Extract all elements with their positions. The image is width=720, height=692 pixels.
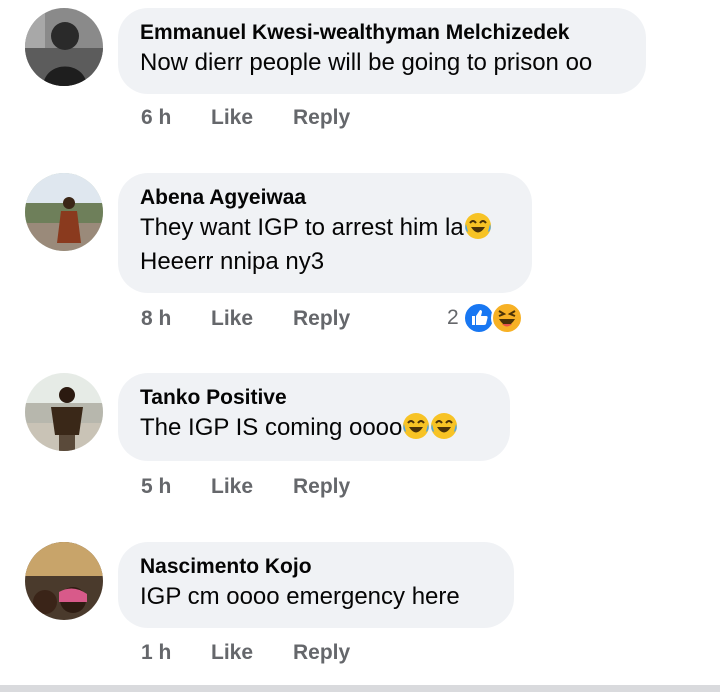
comment-text: Now dierr people will be going to prison… <box>140 49 593 76</box>
reply-button[interactable]: Reply <box>293 475 350 499</box>
avatar[interactable] <box>25 373 103 451</box>
comment-actions: 1 h Like Reply <box>141 638 350 668</box>
comment-text: The IGP IS coming oooo <box>140 411 488 445</box>
comment-bubble: Tanko Positive The IGP IS coming oooo <box>118 373 510 461</box>
bottom-divider <box>0 685 720 692</box>
avatar-photo <box>25 373 103 451</box>
reply-button[interactable]: Reply <box>293 307 350 331</box>
comment-actions: 5 h Like Reply <box>141 472 350 502</box>
tears-of-joy-emoji-icon <box>464 213 491 239</box>
comment-author[interactable]: Emmanuel Kwesi-wealthyman Melchizedek <box>140 20 624 46</box>
avatar-photo <box>25 8 103 86</box>
comment-actions: 8 h Like Reply <box>141 304 350 334</box>
avatar-photo <box>25 542 103 620</box>
reply-button[interactable]: Reply <box>293 641 350 665</box>
comment-time[interactable]: 6 h <box>141 106 211 130</box>
comment-bubble: Emmanuel Kwesi-wealthyman Melchizedek No… <box>118 8 646 94</box>
comment-time[interactable]: 5 h <box>141 475 211 499</box>
reply-button[interactable]: Reply <box>293 106 350 130</box>
avatar[interactable] <box>25 173 103 251</box>
tears-of-joy-emoji-icon <box>431 413 458 439</box>
comment-text: They want IGP to arrest him la <box>140 211 510 245</box>
avatar[interactable] <box>25 8 103 86</box>
reaction-count: 2 <box>447 306 459 329</box>
like-button[interactable]: Like <box>211 641 293 665</box>
comment-time[interactable]: 8 h <box>141 307 211 331</box>
tears-of-joy-emoji-icon <box>403 413 430 439</box>
comment-text-line: They want IGP to arrest him la <box>140 214 464 241</box>
avatar-photo <box>25 173 103 251</box>
avatar[interactable] <box>25 542 103 620</box>
comment-actions: 6 h Like Reply <box>141 103 350 133</box>
haha-reaction-icon <box>490 302 523 334</box>
comment-bubble: Nascimento Kojo IGP cm oooo emergency he… <box>118 542 514 628</box>
comment-author[interactable]: Nascimento Kojo <box>140 554 492 580</box>
comment-author[interactable]: Tanko Positive <box>140 385 488 411</box>
reaction-summary[interactable]: 2 <box>447 302 523 334</box>
comment-text-line: The IGP IS coming oooo <box>140 414 403 441</box>
comment-author[interactable]: Abena Agyeiwaa <box>140 185 510 211</box>
like-button[interactable]: Like <box>211 475 293 499</box>
comment-text: Heeerr nnipa ny3 <box>140 248 325 275</box>
like-button[interactable]: Like <box>211 307 293 331</box>
comment-bubble: Abena Agyeiwaa They want IGP to arrest h… <box>118 173 532 293</box>
comment-time[interactable]: 1 h <box>141 641 211 665</box>
like-button[interactable]: Like <box>211 106 293 130</box>
comment-text: IGP cm oooo emergency here <box>140 583 460 610</box>
